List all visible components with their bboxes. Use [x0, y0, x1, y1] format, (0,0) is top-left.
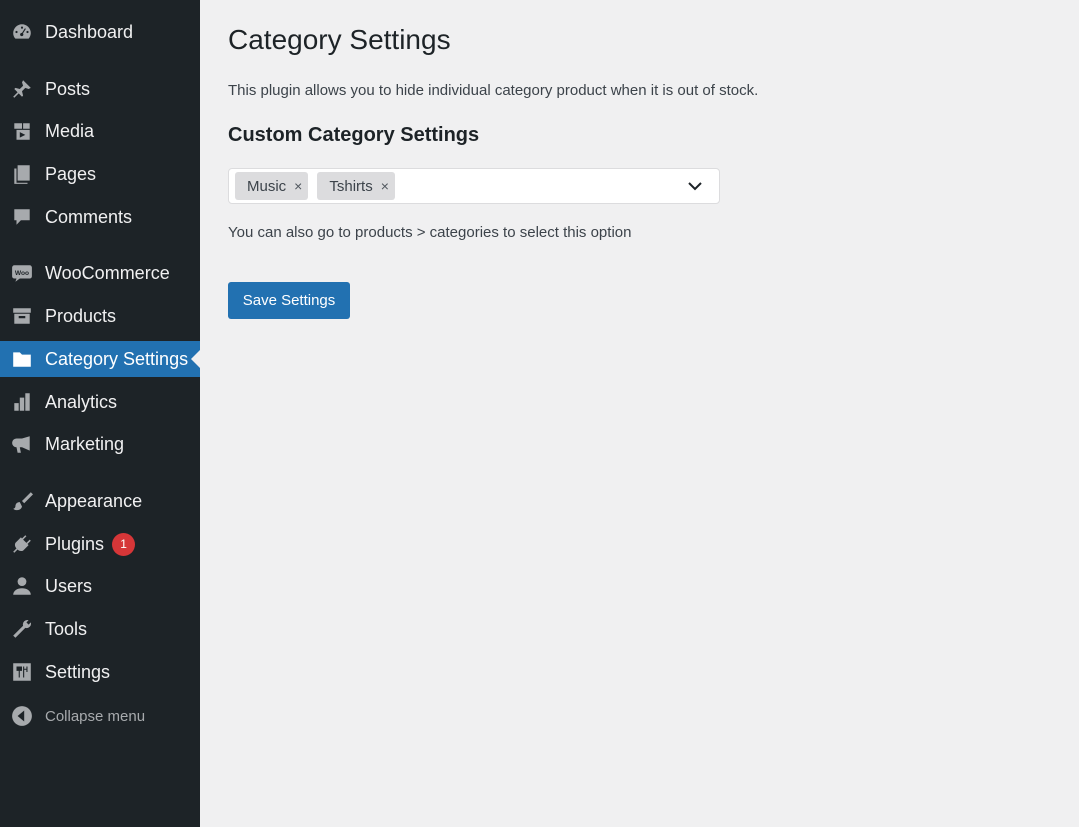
pin-icon: [10, 77, 34, 101]
sidebar-item-label: Tools: [45, 618, 88, 639]
chevron-down-icon[interactable]: [687, 178, 703, 194]
comment-icon: [10, 205, 34, 229]
remove-tag-icon[interactable]: ×: [381, 178, 389, 194]
sidebar-item-label: WooCommerce: [45, 262, 170, 283]
sidebar-item-woocommerce[interactable]: Woo WooCommerce: [0, 255, 200, 291]
sidebar-item-label: Appearance: [45, 490, 143, 511]
sidebar-item-pages[interactable]: Pages: [0, 156, 200, 192]
collapse-icon: [10, 704, 34, 728]
admin-sidebar: Dashboard Posts Media Pages Comments Woo…: [0, 0, 200, 827]
save-settings-button[interactable]: Save Settings: [228, 282, 350, 319]
sidebar-item-posts[interactable]: Posts: [0, 71, 200, 107]
page-description: This plugin allows you to hide individua…: [228, 82, 759, 99]
media-icon: [10, 119, 34, 143]
sidebar-item-label: Pages: [45, 163, 97, 184]
user-icon: [10, 574, 34, 598]
update-count-badge: 1: [112, 532, 136, 556]
woo-icon: Woo: [10, 261, 34, 285]
plugin-icon: [10, 532, 34, 556]
sidebar-item-settings[interactable]: Settings: [0, 654, 200, 690]
collapse-menu-button[interactable]: Collapse menu: [0, 698, 200, 734]
sidebar-item-label: Comments: [45, 206, 133, 227]
sidebar-item-category-settings[interactable]: Category Settings: [0, 341, 200, 377]
section-title: Custom Category Settings: [228, 124, 480, 146]
wrench-icon: [10, 617, 34, 641]
sidebar-item-label: Analytics: [45, 391, 118, 412]
megaphone-icon: [10, 432, 34, 456]
sidebar-item-appearance[interactable]: Appearance: [0, 483, 200, 519]
sidebar-item-label: Dashboard: [45, 21, 134, 42]
selected-tag-music: Music ×: [235, 172, 309, 200]
sidebar-item-analytics[interactable]: Analytics: [0, 384, 200, 420]
sidebar-item-label: Settings: [45, 661, 111, 682]
sidebar-item-label: Category Settings: [45, 348, 189, 369]
folder-icon: [10, 347, 34, 371]
category-multiselect[interactable]: Music × Tshirts ×: [228, 168, 720, 204]
settings-icon: [10, 660, 34, 684]
archive-icon: [10, 304, 34, 328]
tag-label: Tshirts: [329, 177, 373, 195]
pages-icon: [10, 162, 34, 186]
sidebar-item-marketing[interactable]: Marketing: [0, 426, 200, 462]
sidebar-item-comments[interactable]: Comments: [0, 199, 200, 235]
page-title: Category Settings: [228, 24, 451, 55]
sidebar-item-label: Users: [45, 575, 93, 596]
sidebar-item-label: Products: [45, 305, 117, 326]
tag-label: Music: [247, 177, 287, 195]
sidebar-item-products[interactable]: Products: [0, 298, 200, 334]
bar-chart-icon: [10, 390, 34, 414]
collapse-menu-label: Collapse menu: [45, 707, 146, 725]
sidebar-item-label: Plugins: [45, 533, 105, 554]
sidebar-item-label: Posts: [45, 78, 91, 99]
sidebar-item-tools[interactable]: Tools: [0, 611, 200, 647]
sidebar-item-users[interactable]: Users: [0, 568, 200, 604]
sidebar-item-plugins[interactable]: Plugins 1: [0, 526, 200, 562]
remove-tag-icon[interactable]: ×: [294, 178, 302, 194]
help-text: You can also go to products > categories…: [228, 224, 632, 241]
selected-tag-tshirts: Tshirts ×: [317, 172, 395, 200]
sidebar-item-dashboard[interactable]: Dashboard: [0, 14, 200, 50]
paintbrush-icon: [10, 489, 34, 513]
sidebar-item-label: Media: [45, 120, 95, 141]
sidebar-item-label: Marketing: [45, 433, 125, 454]
sidebar-item-media[interactable]: Media: [0, 113, 200, 149]
dashboard-icon: [10, 20, 34, 44]
svg-text:Woo: Woo: [15, 270, 29, 277]
